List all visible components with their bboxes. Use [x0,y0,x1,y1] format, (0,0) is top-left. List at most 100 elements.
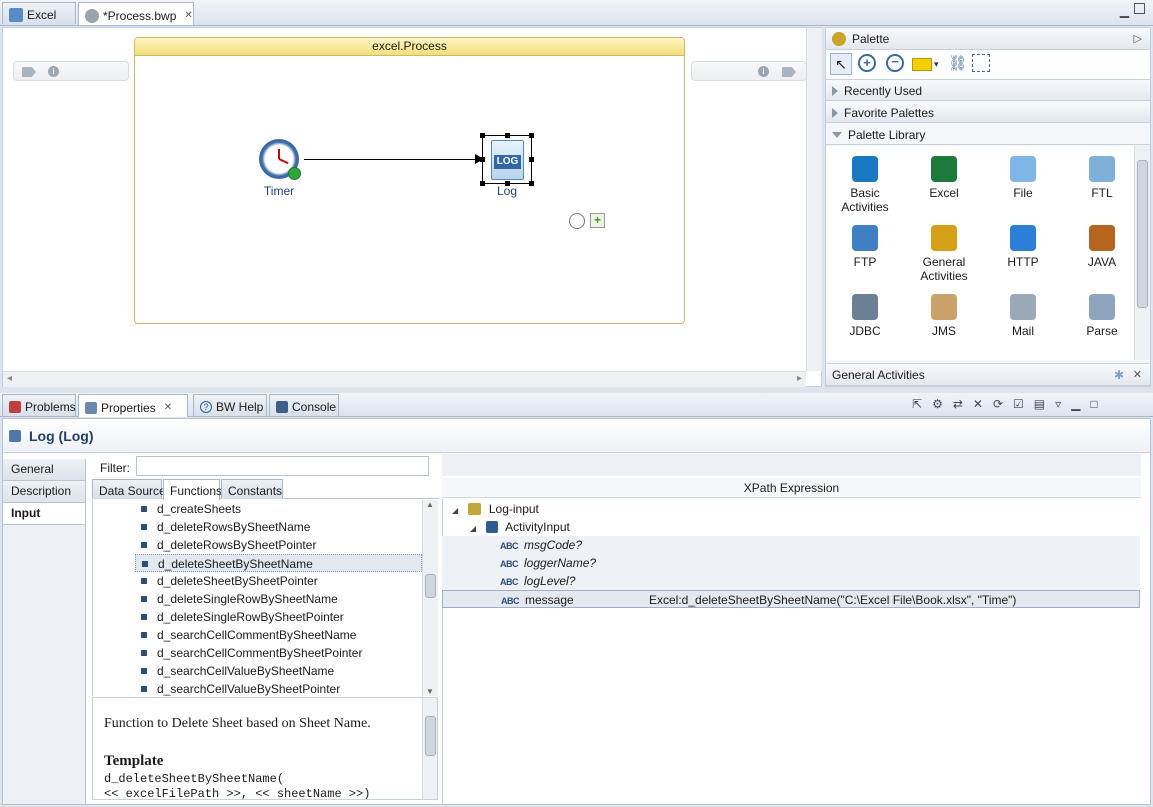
pin-icon[interactable]: ⇱ [912,397,922,411]
function-list-item[interactable]: d_deleteSingleRowBySheetName [93,590,422,608]
process-end-bar: i [691,61,807,81]
canvas-horizontal-scrollbar[interactable]: ◂ ▸ [3,371,806,387]
view-menu-icon[interactable]: ▿ [1055,397,1061,411]
function-list-item[interactable]: d_deleteRowsBySheetPointer [93,536,422,554]
layout-icon[interactable]: ▤ [1034,397,1045,411]
timer-icon[interactable] [259,139,301,180]
star-icon[interactable]: ✱ [1114,368,1124,382]
function-icon [142,561,148,567]
zoom-in-icon[interactable]: + [858,54,876,72]
dropdown-icon[interactable]: ▾ [934,59,939,70]
process-canvas[interactable]: i i excel.Process Timer LOG Log + ◂ ▸ [2,27,822,387]
tree-row-field[interactable]: ABC msgCode? [442,536,1140,554]
tree-row-field[interactable]: ABC message Excel:d_deleteSheetBySheetName… [442,590,1140,608]
function-icon [141,614,147,620]
tab-problems[interactable]: Problems [2,394,76,416]
string-type-icon: ABC [500,577,519,587]
palette-item-general-activities[interactable]: General Activities [905,225,983,283]
palette-item-mail[interactable]: Mail [984,294,1062,338]
check-icon[interactable]: ☑ [1013,397,1024,411]
palette-item-ftp[interactable]: FTP [826,225,904,269]
transition-line[interactable] [304,159,476,160]
file-icon [1010,156,1036,182]
function-icon [141,668,147,674]
select-tool-icon[interactable]: ↖ [830,53,852,75]
function-list-item[interactable]: d_searchCellCommentBySheetName [93,626,422,644]
maximize-icon[interactable]: □ [1090,397,1097,411]
scroll-thumb[interactable] [425,716,436,756]
side-tab-general[interactable]: General [3,459,85,481]
palette-scrollbar[interactable] [1134,146,1150,360]
palette-item-ftl[interactable]: FTL [1063,156,1134,200]
tab-constants[interactable]: Constants [221,479,283,499]
palette-item-file[interactable]: File [984,156,1062,200]
palette-item-java[interactable]: JAVA [1063,225,1134,269]
function-list-scrollbar[interactable]: ▲ ▼ [422,500,438,696]
function-list-item[interactable]: d_deleteSheetBySheetPointer [93,572,422,590]
function-list-item[interactable]: d_deleteRowsBySheetName [93,518,422,536]
navigate-icon[interactable]: ⇄ [953,397,963,411]
minimize-icon[interactable]: ▁ [1071,397,1080,411]
maximize-icon[interactable] [1134,3,1145,14]
function-icon [141,524,147,530]
side-tab-input[interactable]: Input [3,503,85,525]
tab-console[interactable]: Console [269,394,339,416]
scroll-thumb[interactable] [425,574,436,598]
palette-item-excel[interactable]: Excel [905,156,983,200]
add-icon[interactable]: + [590,213,605,228]
tab-functions[interactable]: Functions [163,479,222,500]
note-icon[interactable] [912,58,932,71]
function-list-item[interactable]: d_deleteSingleRowBySheetPointer [93,608,422,626]
zoom-out-icon[interactable]: − [886,54,904,72]
minimize-icon[interactable]: ▁ [1120,4,1129,18]
tab-bw-help[interactable]: ? BW Help [193,394,267,416]
xpath-expression-value[interactable]: Excel:d_deleteSheetBySheetName("C:\Excel… [649,593,1016,607]
link-icon[interactable]: ⛓ [948,54,967,72]
remove-icon[interactable]: ✕ [973,397,983,411]
tree-row-log-input[interactable]: ◢ Log-input [442,500,1140,518]
tab-data-source[interactable]: Data Source [92,479,166,499]
canvas-vertical-scrollbar[interactable] [806,28,822,371]
favorite-palettes-drawer[interactable]: Favorite Palettes [826,103,1150,123]
tree-row-field[interactable]: ABC logLevel? [442,572,1140,590]
palette-item-label: FTL [1091,186,1113,200]
process-swimlane[interactable]: excel.Process [134,37,685,324]
recently-used-drawer[interactable]: Recently Used [826,81,1150,101]
palette-item-jdbc[interactable]: JDBC [826,294,904,338]
function-list[interactable]: d_createSheets d_deleteRowsBySheetName d_d… [92,500,422,696]
function-list-item[interactable]: d_createSheets [93,500,422,518]
tree-row-field[interactable]: ABC loggerName? [442,554,1140,572]
tab-process-bwp[interactable]: *Process.bwp ✕ [78,2,194,25]
palette-item-basic-activities[interactable]: Basic Activities [826,156,904,214]
function-list-item[interactable]: d_searchCellCommentBySheetPointer [93,644,422,662]
close-icon[interactable]: ✕ [184,10,192,21]
side-tab-description[interactable]: Description [3,481,85,503]
zoom-tool-icon[interactable] [569,213,585,229]
tree-row-activity-input[interactable]: ◢ ActivityInput [442,518,1140,536]
tab-excel[interactable]: Excel [2,2,76,24]
function-list-item[interactable]: d_searchCellValueBySheetName [93,662,422,680]
palette-item-http[interactable]: HTTP [984,225,1062,269]
palette-library-drawer[interactable]: Palette Library [826,125,1150,145]
string-type-icon: ABC [500,541,519,551]
function-list-item[interactable]: d_searchCellValueBySheetPointer [93,680,422,696]
log-activity[interactable]: LOG [480,133,534,186]
properties-header: Log (Log) [3,419,1150,453]
close-icon[interactable]: ✕ [164,402,172,413]
tab-properties[interactable]: Properties ✕ [78,394,188,417]
general-activities-bar[interactable]: General Activities ✱ ✕ [826,363,1150,386]
filter-icon[interactable]: ⚙ [932,397,943,411]
close-icon[interactable]: ✕ [1133,368,1142,381]
java-icon [1089,225,1115,251]
function-name: d_searchCellCommentBySheetPointer [157,646,363,660]
refresh-icon[interactable]: ⟳ [993,397,1003,411]
palette-item-parse[interactable]: Parse [1063,294,1134,338]
function-list-item[interactable]: d_deleteSheetBySheetName [135,554,422,572]
marquee-icon[interactable] [972,54,990,72]
palette-menu-icon[interactable]: ▷ [1134,32,1142,45]
filter-input[interactable] [136,456,429,476]
scroll-thumb[interactable] [1137,160,1148,308]
template-heading: Template [104,753,164,769]
description-scrollbar[interactable] [422,698,437,799]
palette-item-jms[interactable]: JMS [905,294,983,338]
